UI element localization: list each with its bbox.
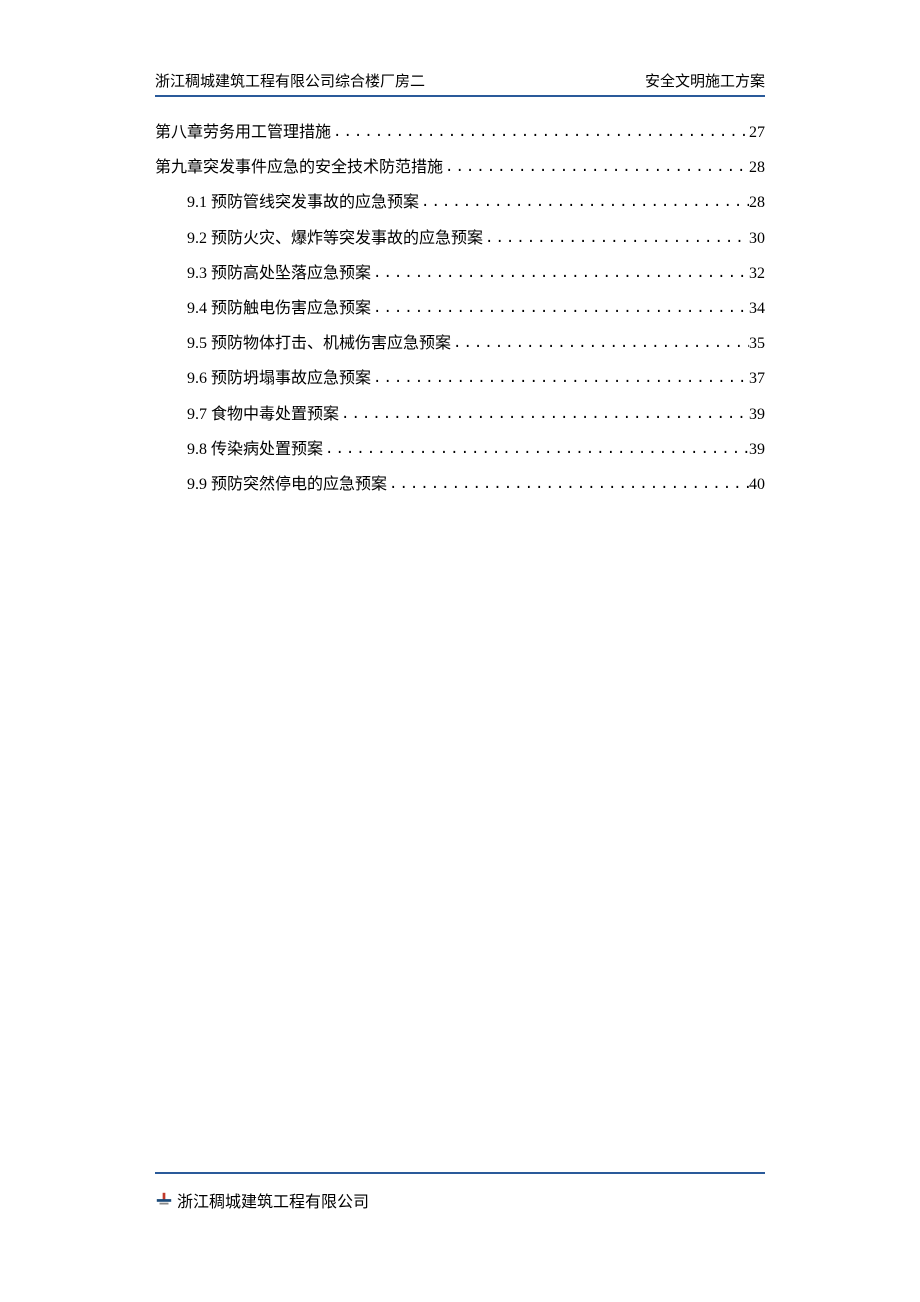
table-of-contents: 第八章劳务用工管理措施 27 第九章突发事件应急的安全技术防范措施 28 9.1…: [155, 115, 765, 502]
toc-entry: 9.8 传染病处置预案 39: [155, 432, 765, 467]
toc-page-number: 37: [749, 361, 765, 396]
toc-leader-dots: [371, 363, 749, 394]
toc-page-number: 28: [749, 150, 765, 185]
toc-page-number: 40: [749, 467, 765, 502]
header-left-text: 浙江稠城建筑工程有限公司综合楼厂房二: [155, 70, 425, 91]
toc-page-number: 35: [749, 326, 765, 361]
footer-company-name: 浙江稠城建筑工程有限公司: [177, 1188, 369, 1212]
toc-title: 9.8 传染病处置预案: [187, 432, 323, 467]
toc-entry: 第九章突发事件应急的安全技术防范措施 28: [155, 150, 765, 185]
toc-leader-dots: [483, 223, 749, 254]
toc-leader-dots: [323, 434, 749, 465]
toc-page-number: 39: [749, 432, 765, 467]
toc-entry: 9.2 预防火灾、爆炸等突发事故的应急预案 30: [155, 221, 765, 256]
toc-entry: 9.7 食物中毒处置预案 39: [155, 397, 765, 432]
toc-title: 9.7 食物中毒处置预案: [187, 397, 339, 432]
toc-title: 第八章劳务用工管理措施: [155, 115, 331, 150]
toc-entry: 9.5 预防物体打击、机械伤害应急预案 35: [155, 326, 765, 361]
toc-title: 9.5 预防物体打击、机械伤害应急预案: [187, 326, 451, 361]
toc-leader-dots: [339, 399, 749, 430]
toc-page-number: 28: [749, 185, 765, 220]
toc-entry: 9.4 预防触电伤害应急预案 34: [155, 291, 765, 326]
toc-leader-dots: [443, 152, 749, 183]
toc-title: 9.9 预防突然停电的应急预案: [187, 467, 387, 502]
header-divider: [155, 95, 765, 97]
toc-title: 第九章突发事件应急的安全技术防范措施: [155, 150, 443, 185]
toc-title: 9.1 预防管线突发事故的应急预案: [187, 185, 419, 220]
toc-leader-dots: [331, 117, 749, 148]
toc-title: 9.4 预防触电伤害应急预案: [187, 291, 371, 326]
toc-leader-dots: [371, 258, 749, 289]
toc-entry: 第八章劳务用工管理措施 27: [155, 115, 765, 150]
toc-page-number: 34: [749, 291, 765, 326]
footer-company: 浙江稠城建筑工程有限公司: [155, 1188, 765, 1212]
toc-title: 9.2 预防火灾、爆炸等突发事故的应急预案: [187, 221, 483, 256]
toc-leader-dots: [419, 187, 749, 218]
page-footer: 浙江稠城建筑工程有限公司: [155, 1172, 765, 1212]
toc-page-number: 30: [749, 221, 765, 256]
toc-page-number: 32: [749, 256, 765, 291]
toc-title: 9.6 预防坍塌事故应急预案: [187, 361, 371, 396]
toc-entry: 9.1 预防管线突发事故的应急预案 28: [155, 185, 765, 220]
toc-entry: 9.3 预防高处坠落应急预案 32: [155, 256, 765, 291]
document-page: 浙江稠城建筑工程有限公司综合楼厂房二 安全文明施工方案 第八章劳务用工管理措施 …: [0, 0, 920, 1302]
toc-page-number: 39: [749, 397, 765, 432]
toc-entry: 9.6 预防坍塌事故应急预案 37: [155, 361, 765, 396]
toc-page-number: 27: [749, 115, 765, 150]
toc-leader-dots: [451, 328, 749, 359]
page-header: 浙江稠城建筑工程有限公司综合楼厂房二 安全文明施工方案: [155, 70, 765, 95]
footer-divider: [155, 1172, 765, 1174]
toc-leader-dots: [387, 469, 749, 500]
toc-title: 9.3 预防高处坠落应急预案: [187, 256, 371, 291]
toc-leader-dots: [371, 293, 749, 324]
header-right-text: 安全文明施工方案: [645, 70, 765, 91]
toc-entry: 9.9 预防突然停电的应急预案 40: [155, 467, 765, 502]
company-logo-icon: [155, 1191, 173, 1209]
